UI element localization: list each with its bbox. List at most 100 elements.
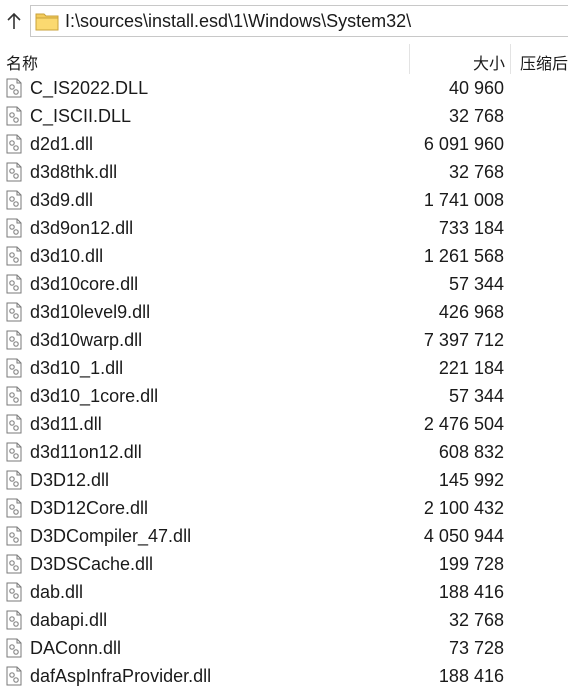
dll-file-icon [6,470,22,490]
file-size: 4 050 944 [423,526,504,546]
file-name: d3d8thk.dll [30,162,118,182]
file-row[interactable]: C_IS2022.DLL 40 960 [0,74,568,102]
file-name: dafAspInfraProvider.dll [30,666,212,686]
file-row[interactable]: D3DCompiler_47.dll 4 050 944 [0,522,568,550]
address-bar[interactable]: I:\sources\install.esd\1\Windows\System3… [30,5,568,37]
dll-file-icon [6,218,22,238]
file-row[interactable]: d3d10_1core.dll 57 344 [0,382,568,410]
file-name: C_ISCII.DLL [30,106,132,126]
dll-file-icon [6,442,22,462]
file-row[interactable]: d3d11on12.dll 608 832 [0,438,568,466]
dll-file-icon [6,666,22,686]
dll-file-icon [6,106,22,126]
arrow-up-icon [7,12,21,29]
file-size: 733 184 [438,218,504,238]
file-name: d3d10level9.dll [30,302,151,322]
dll-file-icon [6,582,22,602]
file-row[interactable]: dafAspInfraProvider.dll 188 416 [0,662,568,690]
up-button[interactable] [0,6,28,36]
column-divider[interactable] [510,44,511,74]
file-size: 608 832 [438,442,504,462]
dll-file-icon [6,190,22,210]
file-size: 1 741 008 [423,190,504,210]
file-size: 2 476 504 [423,414,504,434]
file-size: 6 091 960 [423,134,504,154]
dll-file-icon [6,134,22,154]
file-row[interactable]: d3d10.dll 1 261 568 [0,242,568,270]
column-header-size[interactable]: 大小 [473,50,505,74]
column-header: 名称 大小 压缩后 [0,44,568,74]
file-row[interactable]: d3d10core.dll 57 344 [0,270,568,298]
dll-file-icon [6,162,22,182]
address-path: I:\sources\install.esd\1\Windows\System3… [65,10,412,31]
file-size: 188 416 [438,666,504,686]
file-row[interactable]: d3d9on12.dll 733 184 [0,214,568,242]
file-name: DAConn.dll [30,638,122,658]
file-size: 2 100 432 [423,498,504,518]
file-size: 1 261 568 [423,246,504,266]
dll-file-icon [6,526,22,546]
file-size: 32 768 [448,162,504,182]
folder-icon [35,13,59,31]
file-row[interactable]: dabapi.dll 32 768 [0,606,568,634]
dll-file-icon [6,302,22,322]
file-row[interactable]: d3d8thk.dll 32 768 [0,158,568,186]
file-size: 188 416 [438,582,504,602]
file-size: 199 728 [438,554,504,574]
file-name: D3DSCache.dll [30,554,154,574]
file-row[interactable]: d3d9.dll 1 741 008 [0,186,568,214]
address-row: I:\sources\install.esd\1\Windows\System3… [0,0,568,44]
file-name: d3d9.dll [30,190,94,210]
dll-file-icon [6,246,22,266]
file-name: d3d10_1core.dll [30,386,159,406]
file-size: 221 184 [438,358,504,378]
file-name: dabapi.dll [30,610,108,630]
dll-file-icon [6,330,22,350]
file-name: dab.dll [30,582,84,602]
dll-file-icon [6,638,22,658]
column-divider[interactable] [409,44,410,74]
column-header-name[interactable]: 名称 [6,50,38,74]
dll-file-icon [6,78,22,98]
file-row[interactable]: DAConn.dll 73 728 [0,634,568,662]
file-name: d2d1.dll [30,134,94,154]
file-row[interactable]: C_ISCII.DLL 32 768 [0,102,568,130]
file-name: D3D12.dll [30,470,110,490]
file-row[interactable]: D3D12.dll 145 992 [0,466,568,494]
file-list: C_IS2022.DLL 40 960 C_ISCII.DLL 32 768 d2d1.… [0,74,568,690]
dll-file-icon [6,414,22,434]
file-size: 57 344 [448,274,504,294]
file-row[interactable]: d3d10level9.dll 426 968 [0,298,568,326]
file-row[interactable]: d2d1.dll 6 091 960 [0,130,568,158]
file-row[interactable]: D3D12Core.dll 2 100 432 [0,494,568,522]
dll-file-icon [6,274,22,294]
file-row[interactable]: dab.dll 188 416 [0,578,568,606]
file-name: d3d9on12.dll [30,218,134,238]
column-header-compressed[interactable]: 压缩后 [520,50,568,74]
file-size: 7 397 712 [423,330,504,350]
file-name: d3d10core.dll [30,274,139,294]
dll-file-icon [6,358,22,378]
file-name: d3d11on12.dll [30,442,142,462]
file-name: D3DCompiler_47.dll [30,526,192,546]
file-size: 32 768 [448,610,504,630]
file-row[interactable]: d3d10_1.dll 221 184 [0,354,568,382]
dll-file-icon [6,610,22,630]
file-size: 32 768 [448,106,504,126]
file-name: D3D12Core.dll [30,498,149,518]
dll-file-icon [6,498,22,518]
file-name: d3d11.dll [30,414,102,434]
file-size: 40 960 [448,78,504,98]
file-row[interactable]: d3d10warp.dll 7 397 712 [0,326,568,354]
file-row[interactable]: d3d11.dll 2 476 504 [0,410,568,438]
file-name: d3d10warp.dll [30,330,143,350]
file-size: 145 992 [438,470,504,490]
file-name: d3d10_1.dll [30,358,124,378]
file-row[interactable]: D3DSCache.dll 199 728 [0,550,568,578]
dll-file-icon [6,554,22,574]
file-size: 73 728 [448,638,504,658]
file-size: 426 968 [438,302,504,322]
dll-file-icon [6,386,22,406]
file-name: d3d10.dll [30,246,104,266]
file-name: C_IS2022.DLL [30,78,149,98]
